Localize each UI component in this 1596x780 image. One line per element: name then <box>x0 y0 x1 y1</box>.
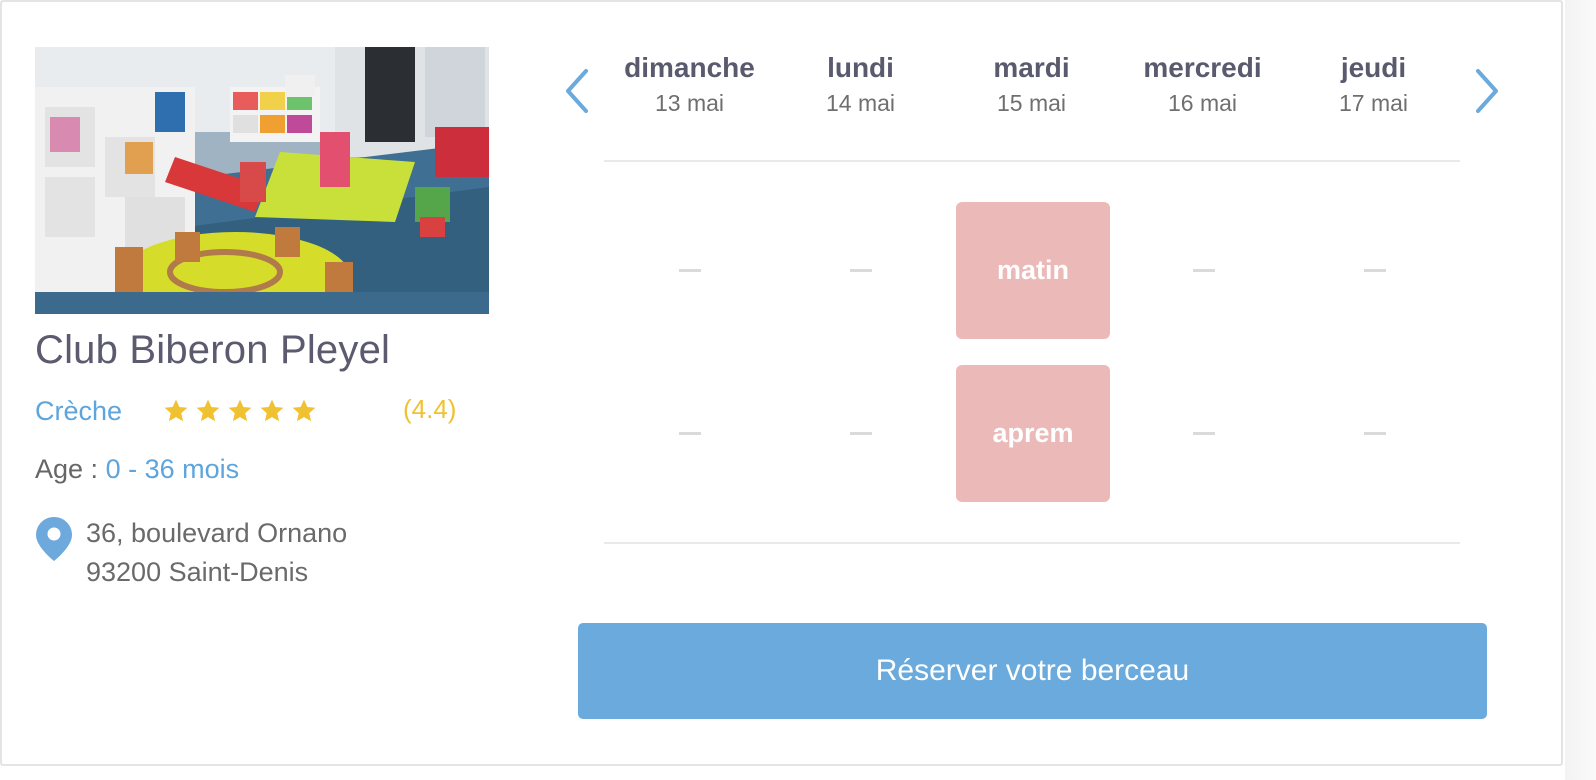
day-date: 13 mai <box>654 90 725 116</box>
divider <box>604 160 1460 162</box>
day-header-tuesday: mardi 15 mai <box>946 50 1117 120</box>
slot-afternoon-button[interactable]: aprem <box>956 365 1110 502</box>
day-date: 16 mai <box>1167 90 1238 116</box>
star-icon <box>164 399 188 422</box>
day-header-wednesday: mercredi 16 mai <box>1117 50 1288 120</box>
unavailable-slot <box>1193 432 1215 435</box>
rating-stars <box>163 398 317 426</box>
day-header-sunday: dimanche 13 mai <box>604 50 775 120</box>
unavailable-slot <box>1193 269 1215 272</box>
chevron-right-icon[interactable] <box>1472 68 1502 114</box>
map-pin-icon <box>36 517 72 561</box>
day-date: 14 mai <box>825 90 896 116</box>
unavailable-slot <box>1364 432 1386 435</box>
star-icon <box>196 399 220 422</box>
day-header-monday: lundi 14 mai <box>775 50 946 120</box>
day-name: mardi <box>993 52 1070 83</box>
chevron-left-icon[interactable] <box>562 68 592 114</box>
page-edge <box>1565 0 1596 780</box>
unavailable-slot <box>679 269 701 272</box>
day-date: 15 mai <box>996 90 1067 116</box>
star-icon <box>228 399 252 422</box>
age-row: Age : 0 - 36 mois <box>35 454 239 485</box>
age-range: 0 - 36 mois <box>105 454 240 484</box>
nursery-type-link[interactable]: Crèche <box>35 396 122 427</box>
book-cradle-button[interactable]: Réserver votre berceau <box>578 623 1487 719</box>
day-name: mercredi <box>1143 52 1262 83</box>
address-line-1: 36, boulevard Ornano <box>86 518 348 548</box>
day-name: dimanche <box>624 52 755 83</box>
nursery-name: Club Biberon Pleyel <box>35 328 391 372</box>
address: 36, boulevard Ornano 93200 Saint-Denis <box>35 514 455 594</box>
day-name: jeudi <box>1340 52 1407 83</box>
address-line-2: 93200 Saint-Denis <box>86 557 309 587</box>
type-rating-row: Crèche (4.4) <box>35 394 465 430</box>
star-icon <box>292 399 316 422</box>
unavailable-slot <box>850 432 872 435</box>
divider <box>604 542 1460 544</box>
day-date: 17 mai <box>1338 90 1409 116</box>
rating-value: (4.4) <box>403 394 457 424</box>
star-icon <box>260 399 284 422</box>
unavailable-slot <box>679 432 701 435</box>
day-header-thursday: jeudi 17 mai <box>1288 50 1459 120</box>
age-label: Age : <box>35 454 99 484</box>
day-name: lundi <box>827 52 894 83</box>
nursery-photo <box>35 47 489 314</box>
unavailable-slot <box>850 269 872 272</box>
nursery-card: Club Biberon Pleyel Crèche (4.4) Age : 0… <box>0 0 1563 766</box>
unavailable-slot <box>1364 269 1386 272</box>
slot-morning-button[interactable]: matin <box>956 202 1110 339</box>
